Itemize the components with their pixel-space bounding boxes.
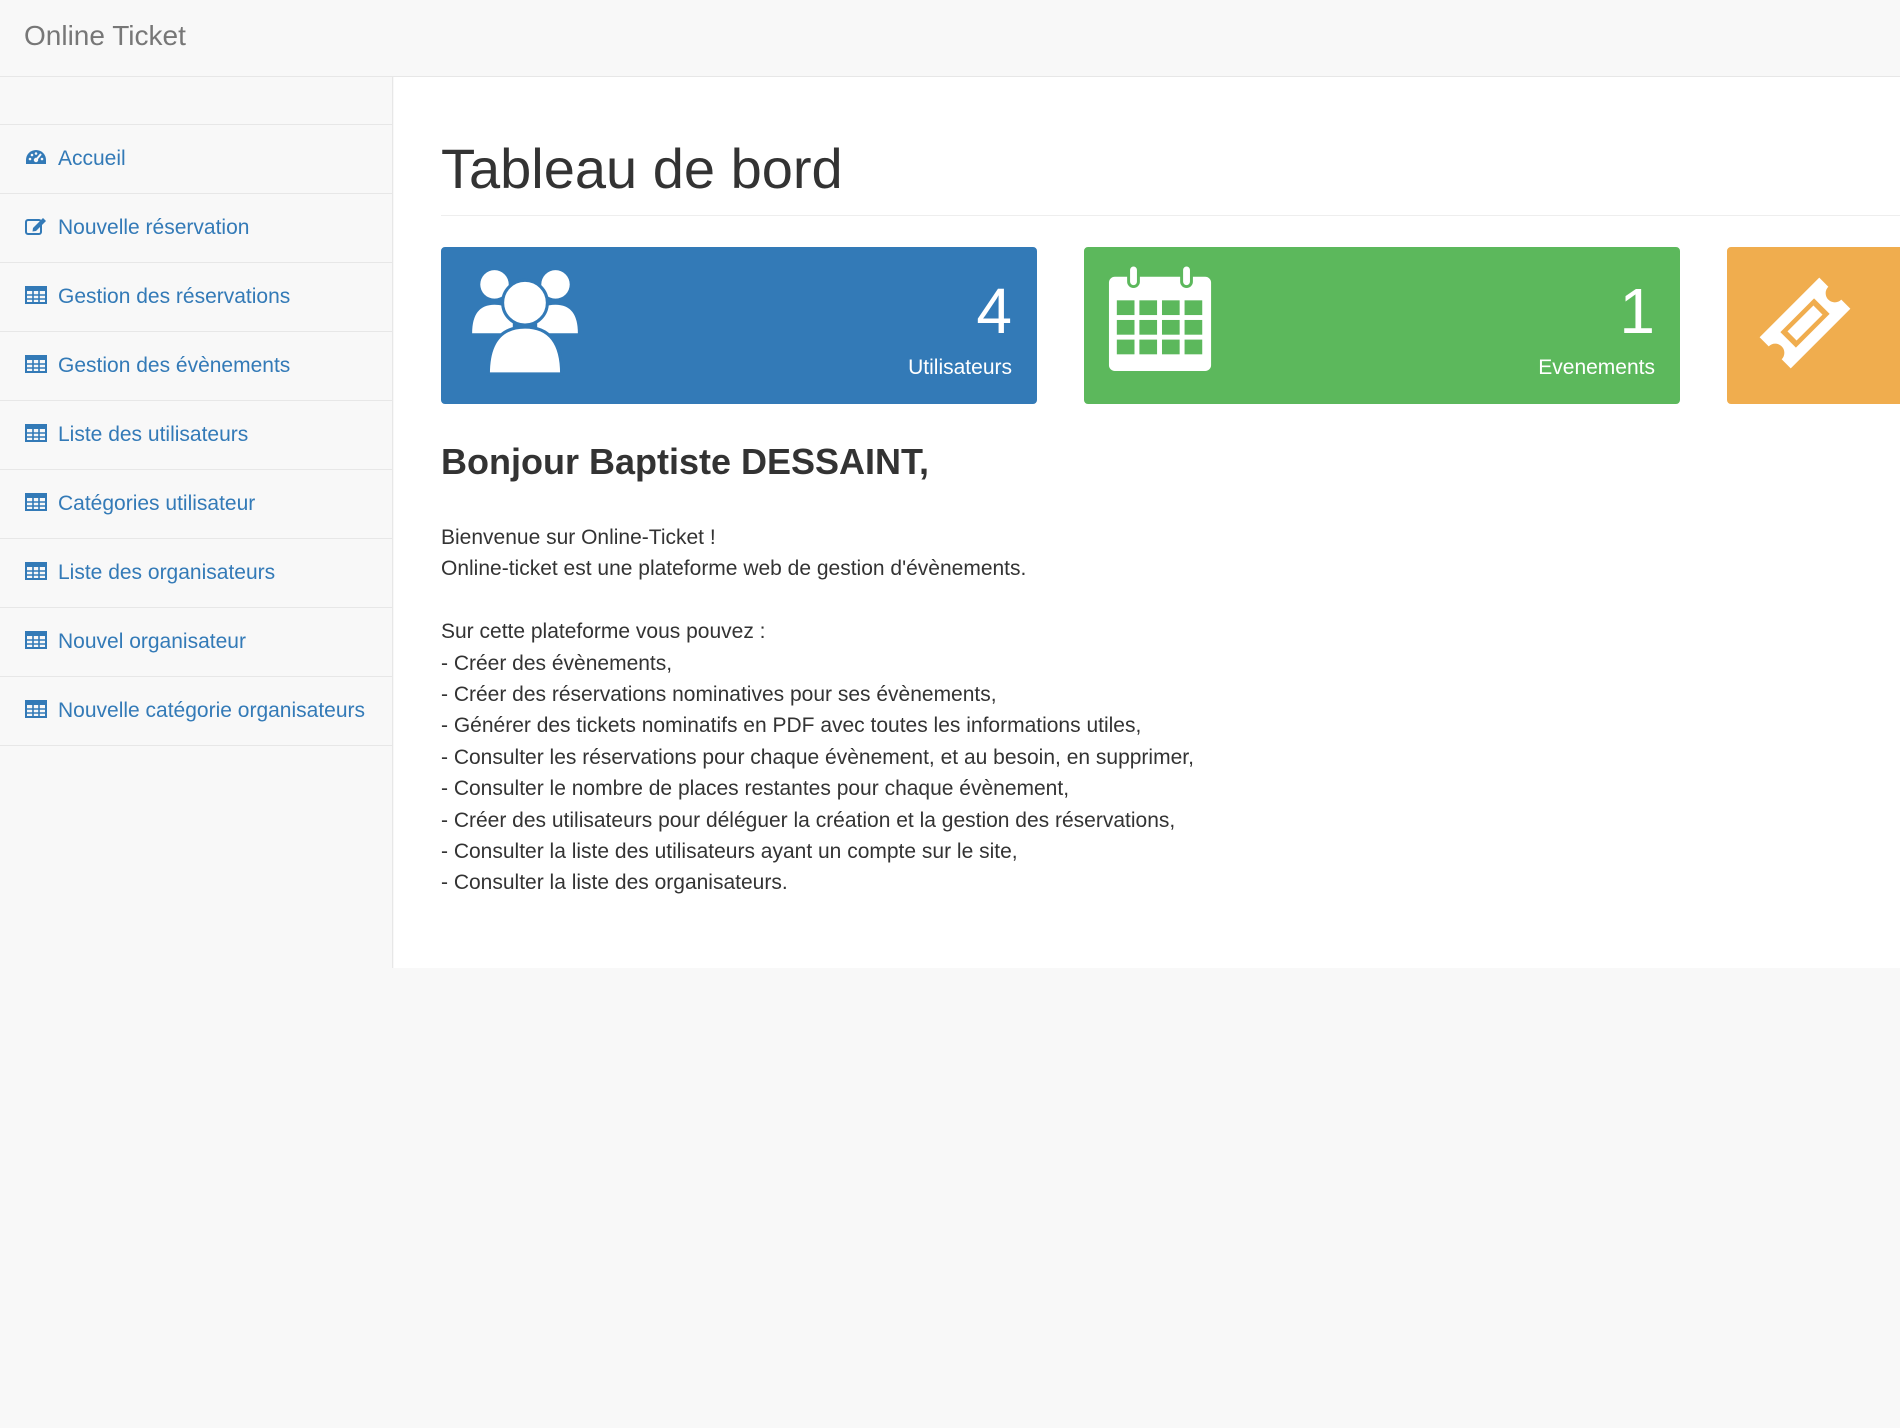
feature-item: - Générer des tickets nominatifs en PDF … — [441, 714, 1142, 738]
sidebar-item-label: Gestion des évènements — [58, 354, 291, 377]
users-stat-panel[interactable]: 4 Utilisateurs — [441, 247, 1037, 404]
intro-line: Bienvenue sur Online-Ticket ! — [441, 526, 716, 549]
feature-item: - Consulter le nombre de places restante… — [441, 777, 1070, 801]
sidebar-item-label: Liste des utilisateurs — [58, 423, 249, 446]
sidebar-item-liste-organisateurs[interactable]: Liste des organisateurs — [0, 539, 392, 608]
events-stat-panel[interactable]: 1 Evenements — [1084, 247, 1680, 404]
events-caption: Evenements — [1538, 356, 1655, 379]
table-icon — [25, 355, 47, 373]
sidebar-item-label: Nouvelle réservation — [58, 216, 250, 239]
table-icon — [25, 700, 47, 718]
table-icon — [25, 424, 47, 442]
table-icon — [25, 631, 47, 649]
events-count: 1 — [1619, 275, 1655, 347]
sidebar-item-label: Nouvel organisateur — [58, 630, 246, 653]
sidebar-item-categories-utilisateur[interactable]: Catégories utilisateur — [0, 470, 392, 539]
sidebar-item-nouvelle-reservation[interactable]: Nouvelle réservation — [0, 194, 392, 263]
calendar-icon — [1108, 263, 1212, 372]
feature-item: - Consulter les réservations pour chaque… — [441, 745, 1194, 769]
users-caption: Utilisateurs — [908, 356, 1012, 379]
feature-item: - Consulter la liste des organisateurs. — [441, 871, 788, 895]
top-navbar: Online Ticket — [0, 0, 1900, 77]
sidebar-item-label: Nouvelle catégorie organisateurs — [58, 699, 366, 722]
users-icon — [472, 270, 578, 376]
ticket-icon — [1759, 277, 1851, 369]
features-heading: Sur cette plateforme vous pouvez : — [441, 620, 766, 644]
main-content: Tableau de bord 4 Utilisateurs 1 Eveneme… — [394, 77, 1900, 968]
greeting-heading: Bonjour Baptiste DESSAINT, — [441, 441, 930, 482]
welcome-text: Bienvenue sur Online-Ticket ! Online-tic… — [441, 522, 1194, 899]
table-icon — [25, 286, 47, 304]
dashboard-icon — [26, 150, 46, 164]
users-count: 4 — [976, 275, 1012, 347]
sidebar-menu: Accueil Nouvelle réservation Gestion des… — [0, 124, 392, 746]
sidebar-item-gestion-reservations[interactable]: Gestion des réservations — [0, 263, 392, 332]
sidebar-item-nouvelle-categorie-organisateurs[interactable]: Nouvelle catégorie organisateurs — [0, 677, 392, 746]
sidebar-item-nouvel-organisateur[interactable]: Nouvel organisateur — [0, 608, 392, 677]
sidebar-item-label: Liste des organisateurs — [58, 561, 276, 584]
page-title: Tableau de bord — [441, 137, 843, 200]
table-icon — [25, 562, 47, 580]
feature-item: - Créer des réservations nominatives pou… — [441, 683, 997, 707]
sidebar-item-accueil[interactable]: Accueil — [0, 125, 392, 194]
feature-item: - Consulter la liste des utilisateurs ay… — [441, 840, 1018, 864]
feature-item: - Créer des utilisateurs pour déléguer l… — [441, 808, 1176, 832]
feature-item: - Créer des évènements, — [441, 651, 673, 675]
brand-link[interactable]: Online Ticket — [24, 20, 186, 52]
sidebar-item-label: Catégories utilisateur — [58, 492, 256, 515]
sidebar-item-gestion-evenements[interactable]: Gestion des évènements — [0, 332, 392, 401]
sidebar-item-label: Accueil — [58, 147, 126, 170]
table-icon — [25, 493, 47, 511]
tickets-stat-panel[interactable] — [1727, 247, 1900, 404]
edit-icon — [25, 218, 46, 235]
intro-line: Online-ticket est une plateforme web de … — [441, 557, 1027, 581]
sidebar-item-liste-utilisateurs[interactable]: Liste des utilisateurs — [0, 401, 392, 470]
sidebar-item-label: Gestion des réservations — [58, 285, 291, 308]
sidebar: Accueil Nouvelle réservation Gestion des… — [0, 77, 393, 968]
page-header: Tableau de bord — [441, 77, 1900, 216]
